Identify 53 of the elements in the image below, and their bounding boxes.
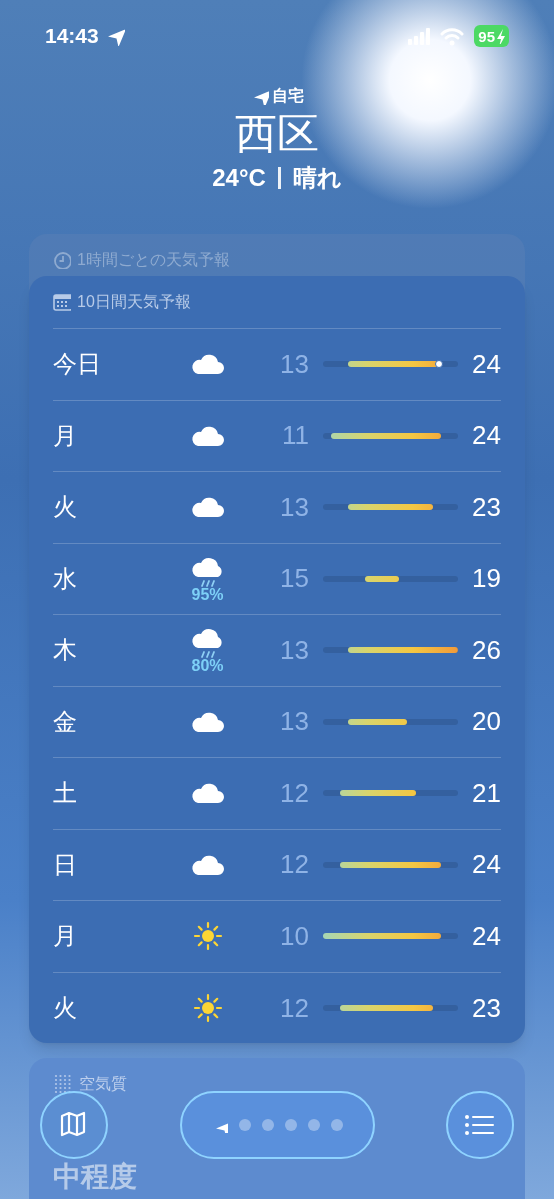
precipitation-chance: 95% — [191, 586, 224, 603]
day-label: 水 — [53, 563, 78, 594]
low-temperature: 12 — [278, 991, 309, 1025]
current-temperature: 24°C — [212, 163, 266, 193]
low-temperature: 13 — [278, 347, 309, 381]
clock-icon — [53, 251, 71, 269]
calendar-icon — [53, 293, 71, 311]
day-label: 土 — [53, 778, 78, 809]
high-temperature: 24 — [472, 419, 501, 453]
high-temperature: 21 — [472, 776, 501, 810]
location-label: 自宅 — [271, 86, 304, 106]
day-label: 今日 — [53, 349, 102, 380]
high-temperature: 23 — [472, 991, 501, 1025]
wifi-icon — [440, 26, 465, 46]
day-label: 木 — [53, 635, 78, 666]
low-temperature: 13 — [278, 705, 309, 739]
status-time: 14:43 — [45, 23, 99, 50]
haze-dots-icon — [53, 1074, 73, 1094]
precipitation-chance: 80% — [191, 658, 224, 675]
weather-condition: 晴れ — [292, 163, 342, 193]
low-temperature: 15 — [278, 562, 309, 596]
high-temperature: 19 — [472, 562, 501, 596]
day-label: 月 — [53, 420, 78, 451]
high-temperature: 24 — [472, 919, 501, 953]
day-label: 日 — [53, 849, 78, 880]
high-temperature: 20 — [472, 705, 501, 739]
low-temperature: 11 — [280, 419, 309, 453]
day-label: 火 — [53, 492, 78, 523]
temperature-range-bar — [348, 718, 408, 725]
day-label: 月 — [53, 921, 78, 952]
low-temperature: 12 — [278, 776, 309, 810]
high-temperature: 26 — [472, 633, 501, 667]
card-title: 空気質 — [79, 1074, 127, 1094]
city-name: 西区 — [235, 109, 319, 159]
list-icon — [464, 1112, 496, 1138]
battery-indicator: 95 — [474, 25, 509, 47]
sun-icon — [192, 993, 223, 1024]
signal-icon — [408, 27, 431, 45]
day-label: 金 — [53, 706, 78, 737]
bolt-icon — [496, 28, 505, 44]
high-temperature: 23 — [472, 490, 501, 524]
low-temperature: 12 — [278, 848, 309, 882]
card-title: 1時間ごとの天気予報 — [77, 250, 230, 270]
low-temperature: 10 — [278, 919, 309, 953]
temperature-range-bar — [365, 575, 399, 582]
high-temperature: 24 — [472, 347, 501, 381]
high-temperature: 24 — [472, 848, 501, 882]
day-label: 火 — [53, 993, 78, 1024]
card-title: 10日間天気予報 — [77, 292, 191, 312]
low-temperature: 13 — [278, 633, 309, 667]
low-temperature: 13 — [278, 490, 309, 524]
air-quality-value: 中程度 — [53, 1160, 138, 1194]
sun-icon — [192, 921, 223, 952]
